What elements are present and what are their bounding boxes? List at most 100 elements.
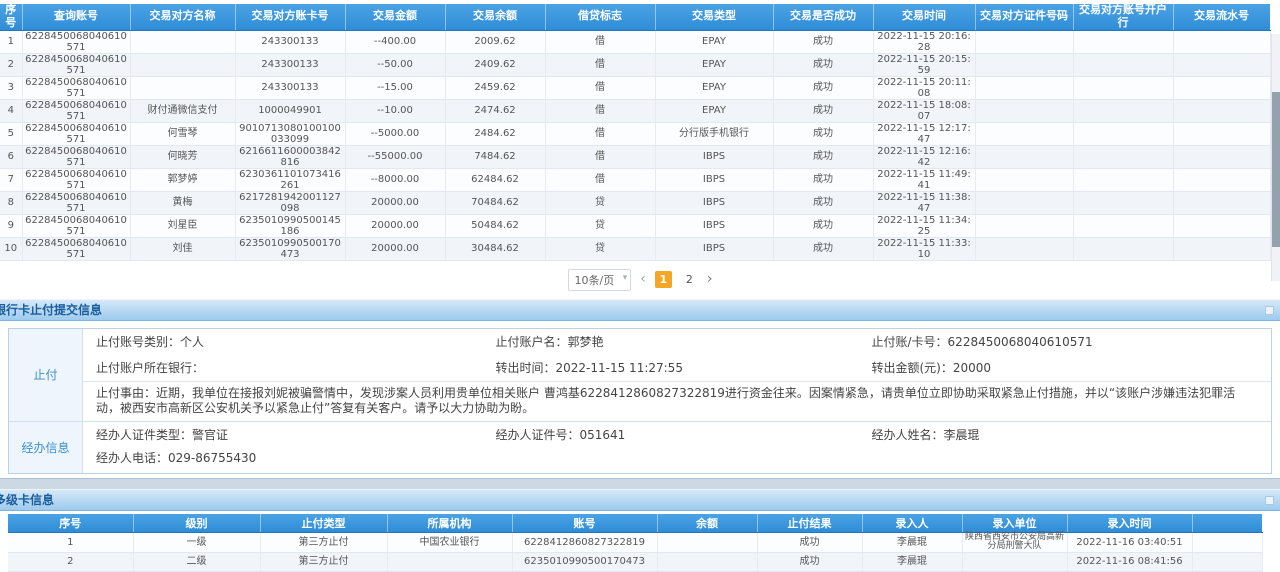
scrollbar-thumb[interactable] (1272, 92, 1280, 247)
cell-success: 成功 (773, 145, 873, 168)
cell-time: 2022-11-15 11:33:10 (873, 237, 975, 260)
cell-counterparty-name: 何雪琴 (130, 122, 235, 145)
cell-counterparty-id (975, 76, 1073, 99)
cell-debit-credit-flag: 借 (545, 145, 655, 168)
field-handler-id-type: 经办人证件类型：警官证 (96, 424, 496, 447)
table-row: 10 6228450068040610571 刘佳 62350109905001… (0, 237, 1270, 260)
column-header: 交易是否成功 (773, 4, 873, 30)
column-header: 序号 (8, 514, 133, 533)
cell-balance (657, 533, 757, 553)
cell-success: 成功 (773, 99, 873, 122)
cell-txn-type: IBPS (655, 191, 773, 214)
cell-success: 成功 (773, 237, 873, 260)
cell-seq: 6 (0, 145, 22, 168)
column-header: 交易对方账号开户行 (1073, 4, 1173, 30)
cell-serial-no (1173, 237, 1270, 260)
cell-counterparty-name (130, 76, 235, 99)
vertical-scrollbar[interactable] (1271, 34, 1280, 281)
cell-amount: 20000.00 (345, 214, 445, 237)
cell-success: 成功 (773, 76, 873, 99)
page-size-select[interactable]: 10条/页 ▾ (568, 269, 632, 291)
section-title: 多级卡信息 (0, 491, 54, 508)
column-header: 止付结果 (757, 514, 862, 533)
cell-balance: 2409.62 (445, 53, 545, 76)
cell-debit-credit-flag: 借 (545, 99, 655, 122)
cell-level: 一级 (133, 533, 260, 553)
cell-balance: 2459.62 (445, 76, 545, 99)
cell-counterparty-name (130, 53, 235, 76)
cell-counterparty-bank (1073, 237, 1173, 260)
cell-success: 成功 (773, 214, 873, 237)
cell-time: 2022-11-15 12:17:47 (873, 122, 975, 145)
cell-balance: 2009.62 (445, 30, 545, 53)
cell-counterparty-id (975, 53, 1073, 76)
cell-time: 2022-11-15 11:38:47 (873, 191, 975, 214)
cell-query-account: 6228450068040610571 (22, 99, 130, 122)
cell-time: 2022-11-15 11:34:25 (873, 214, 975, 237)
cell-counterparty-id (975, 168, 1073, 191)
cell-debit-credit-flag: 贷 (545, 237, 655, 260)
column-header: 录入单位 (962, 514, 1067, 533)
cell-counterparty-card: 1000049901 (235, 99, 345, 122)
cell-entry-unit: 陕西省西安市公安局高新分局刑警大队 (962, 533, 1067, 553)
cell-serial-no (1173, 214, 1270, 237)
cell-amount: --55000.00 (345, 145, 445, 168)
transaction-table-body: 1 6228450068040610571 243300133 --400.00… (0, 30, 1270, 260)
page-button-1[interactable]: 1 (655, 271, 672, 288)
stop-payment-reason: 止付事由：近期，我单位在接报刘妮被骗警情中，发现涉案人员利用贵单位相关账户 曹鸿… (83, 381, 1271, 421)
field-handler-phone: 经办人电话：029-86755430 (96, 447, 496, 470)
stop-payment-panel: 止付 止付账号类别：个人 止付账户名：郭梦艳 止付账/卡号：6228450068… (8, 328, 1272, 474)
cell-query-account: 6228450068040610571 (22, 237, 130, 260)
cell-stop-type: 第三方止付 (260, 533, 387, 553)
cell-query-account: 6228450068040610571 (22, 53, 130, 76)
table-row: 8 6228450068040610571 黄梅 621728194200112… (0, 191, 1270, 214)
stop-payment-fields: 止付账号类别：个人 止付账户名：郭梦艳 止付账/卡号：6228450068040… (83, 329, 1271, 421)
cell-txn-type: IBPS (655, 214, 773, 237)
cell-amount: --50.00 (345, 53, 445, 76)
cell-amount: --15.00 (345, 76, 445, 99)
cell-amount: --400.00 (345, 30, 445, 53)
multi-card-table: 序号级别止付类型所属机构账号余额止付结果录入人录入单位录入时间 1 一级 第三方… (8, 514, 1263, 572)
stop-payment-row: 止付 止付账号类别：个人 止付账户名：郭梦艳 止付账/卡号：6228450068… (9, 329, 1271, 421)
column-header: 余额 (657, 514, 757, 533)
collapse-icon[interactable] (1265, 496, 1274, 505)
column-header: 查询账号 (22, 4, 130, 30)
cell-seq: 3 (0, 76, 22, 99)
page-button-2[interactable]: 2 (681, 271, 698, 288)
cell-counterparty-id (975, 122, 1073, 145)
next-page-button[interactable]: › (707, 271, 713, 288)
cell-time: 2022-11-15 12:16:42 (873, 145, 975, 168)
cell-debit-credit-flag: 借 (545, 53, 655, 76)
cell-seq: 9 (0, 214, 22, 237)
page-size-value: 10条/页 (575, 274, 615, 287)
cell-debit-credit-flag: 借 (545, 30, 655, 53)
cell-seq: 2 (0, 53, 22, 76)
cell-serial-no (1173, 30, 1270, 53)
cell-success: 成功 (773, 53, 873, 76)
cell-balance: 50484.62 (445, 214, 545, 237)
cell-counterparty-card: 9010713080100100033099 (235, 122, 345, 145)
column-header: 交易金额 (345, 4, 445, 30)
column-header: 止付类型 (260, 514, 387, 533)
cell-success: 成功 (773, 191, 873, 214)
cell-counterparty-card: 243300133 (235, 30, 345, 53)
cell-institution (387, 552, 512, 571)
column-header: 序号 (0, 4, 22, 30)
prev-page-button[interactable]: ‹ (640, 271, 646, 288)
cell-serial-no (1173, 145, 1270, 168)
cell-filler (1192, 552, 1262, 571)
collapse-icon[interactable] (1265, 306, 1274, 315)
cell-counterparty-card: 243300133 (235, 53, 345, 76)
column-header: 交易余额 (445, 4, 545, 30)
cell-counterparty-name: 财付通微信支付 (130, 99, 235, 122)
column-header: 录入时间 (1067, 514, 1192, 533)
column-header (1192, 514, 1262, 533)
cell-seq: 7 (0, 168, 22, 191)
cell-counterparty-card: 6230361101073416261 (235, 168, 345, 191)
cell-txn-type: EPAY (655, 99, 773, 122)
table-row: 2 二级 第三方止付 6235010990500170473 成功 李晨琨 20… (8, 552, 1262, 571)
stop-payment-section-bar: 银行卡止付提交信息 (0, 299, 1280, 321)
cell-counterparty-id (975, 145, 1073, 168)
column-header: 交易对方证件号码 (975, 4, 1073, 30)
cell-counterparty-id (975, 214, 1073, 237)
